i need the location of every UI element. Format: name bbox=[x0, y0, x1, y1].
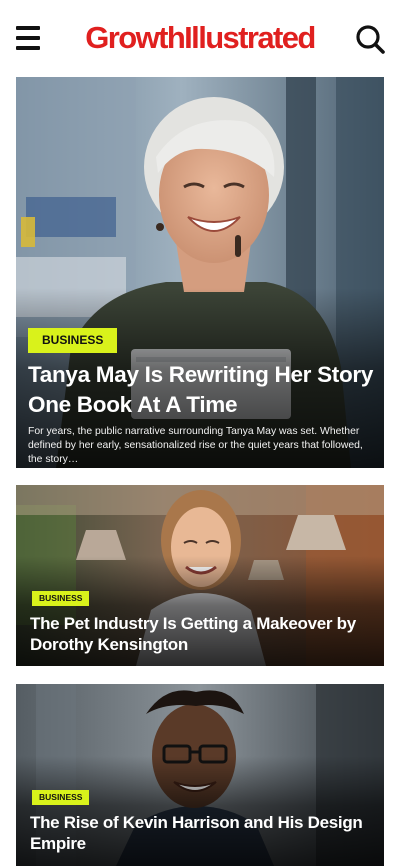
category-badge[interactable]: BUSINESS bbox=[28, 328, 118, 353]
featured-article-card[interactable]: BUSINESS Tanya May Is Rewriting Her Stor… bbox=[16, 77, 384, 468]
article-title[interactable]: The Rise of Kevin Harrison and His Desig… bbox=[30, 812, 370, 854]
site-logo[interactable]: GrowthIllustrated bbox=[68, 18, 332, 58]
article-title[interactable]: The Pet Industry Is Getting a Makeover b… bbox=[30, 613, 370, 655]
top-bar: GrowthIllustrated bbox=[0, 0, 400, 76]
article-title[interactable]: Tanya May Is Rewriting Her Story One Boo… bbox=[28, 360, 378, 420]
article-card[interactable]: BUSINESS The Rise of Kevin Harrison and … bbox=[16, 684, 384, 866]
category-badge[interactable]: BUSINESS bbox=[32, 591, 90, 606]
category-badge[interactable]: BUSINESS bbox=[32, 790, 90, 805]
search-icon[interactable] bbox=[354, 23, 386, 55]
article-card[interactable]: BUSINESS The Pet Industry Is Getting a M… bbox=[16, 485, 384, 666]
hamburger-menu-icon[interactable] bbox=[14, 24, 44, 52]
article-excerpt: For years, the public narrative surround… bbox=[28, 426, 363, 465]
